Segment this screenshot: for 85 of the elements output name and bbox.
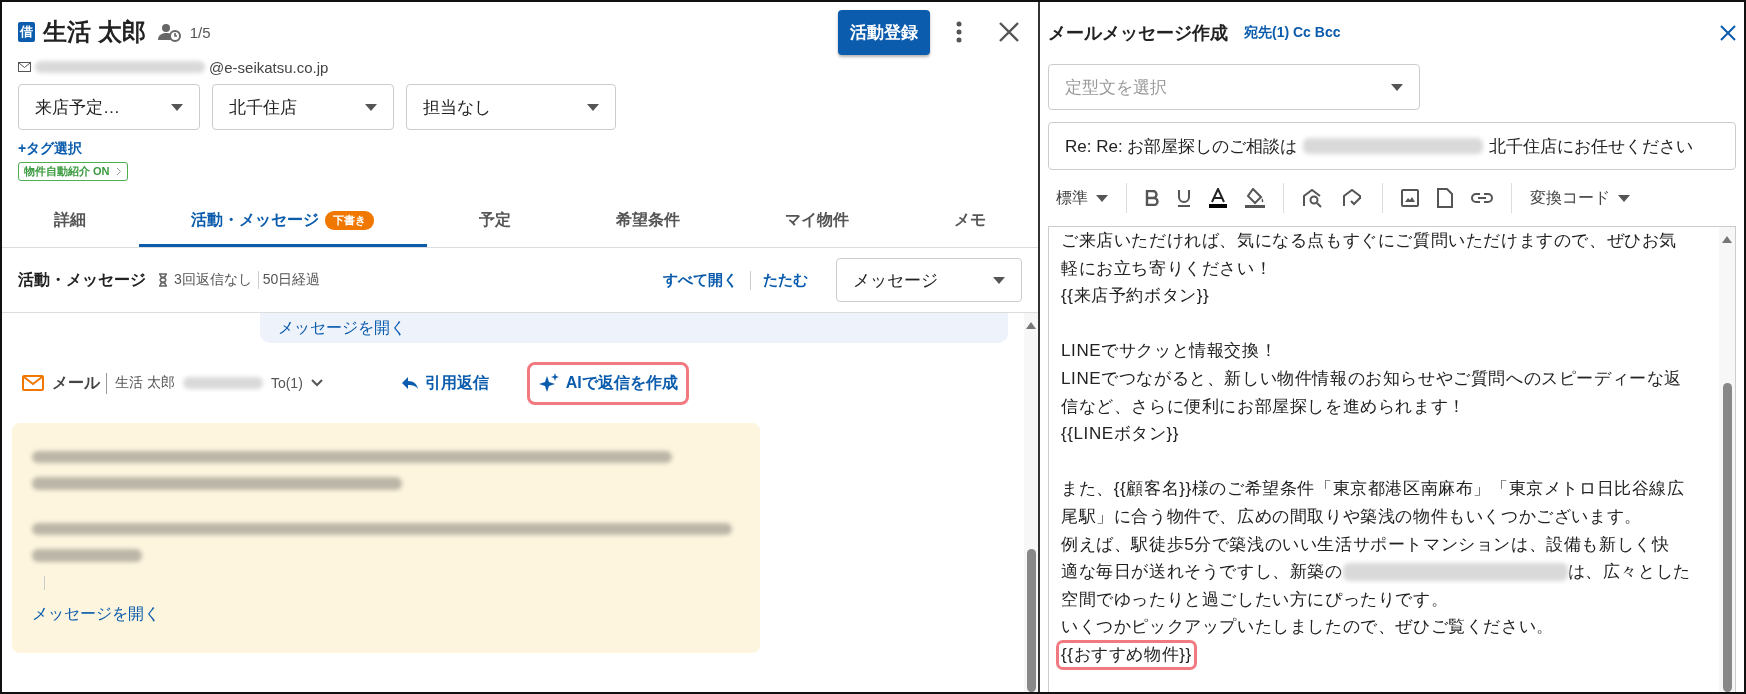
body-text-line: LINEでサクッと情報交換！ — [1061, 340, 1278, 363]
body-text-line: LINEでつながると、新しい物件情報のお知らせやご質問へのスピーディーな返 — [1061, 367, 1682, 390]
underline-icon[interactable] — [1177, 189, 1191, 207]
elapsed-days: 50日経過 — [257, 271, 321, 289]
reply-icon — [400, 376, 419, 390]
email-address: @e-seikatsu.co.jp — [209, 58, 329, 76]
bold-icon[interactable] — [1145, 190, 1159, 206]
recipient-count: To(1) — [270, 375, 303, 391]
caret-icon — [993, 276, 1005, 284]
tag-select-link[interactable]: +タグ選択 — [18, 140, 1020, 158]
body-text-line: 空間でゆったりと過ごしたい方にぴったりです。 — [1061, 588, 1449, 611]
body-text-line: 適な毎日が送れそうですし、新築の — [1061, 561, 1343, 584]
body-text-line: 軽にお立ち寄りください！ — [1061, 257, 1273, 280]
section-title: 活動・メッセージ — [18, 269, 146, 290]
tab-label: マイ物件 — [784, 210, 849, 230]
paragraph-style-select[interactable]: 標準 — [1056, 187, 1108, 209]
tab-label: メモ — [953, 210, 986, 230]
body-text-line: {{LINEボタン}} — [1061, 423, 1180, 446]
more-icon[interactable] — [956, 21, 962, 43]
tab[interactable]: 希望条件 — [563, 197, 733, 247]
message-filter-select[interactable]: メッセージ — [836, 258, 1022, 302]
body-text-line: また、{{顧客名}}様のご希望条件「東京都港区南麻布」「東京メトロ日比谷線広 — [1061, 478, 1685, 501]
register-activity-button[interactable]: 活動登録 — [838, 9, 930, 55]
tab-label: 希望条件 — [615, 210, 680, 230]
scroll-up-icon[interactable] — [1722, 235, 1732, 243]
scrollbar-thumb[interactable] — [1722, 383, 1732, 692]
filter-select[interactable]: 来店予定… — [18, 84, 200, 130]
no-reply-count: 3回返信なし — [174, 271, 252, 289]
envelope-icon — [18, 62, 31, 72]
caret-icon — [587, 103, 599, 111]
compose-title: メールメッセージ作成 — [1048, 22, 1228, 45]
close-icon[interactable] — [998, 21, 1020, 43]
quote-reply-button[interactable]: 引用返信 — [390, 362, 499, 404]
page-count: 1/5 — [189, 23, 211, 41]
mail-icon — [22, 375, 44, 391]
auto-intro-badge[interactable]: 物件自動紹介 ON — [18, 162, 128, 181]
caret-icon — [365, 103, 377, 111]
close-icon[interactable] — [1720, 25, 1736, 41]
caret-icon — [1618, 194, 1630, 202]
image-icon[interactable] — [1401, 189, 1419, 207]
tab[interactable]: 予定 — [426, 197, 564, 247]
file-icon[interactable] — [1437, 188, 1453, 208]
subject-field[interactable]: Re: Re: お部屋探しのご相談は 北千住店にお任せください — [1048, 122, 1736, 170]
house-check-icon[interactable] — [1342, 188, 1364, 208]
link-icon[interactable] — [1471, 192, 1493, 204]
body-text-line: いくつかピックアップいたしましたので、ぜひご覧ください。 — [1061, 616, 1554, 639]
house-search-icon[interactable] — [1302, 188, 1324, 208]
tab[interactable]: 詳細 — [2, 197, 139, 247]
customer-name: 生活 太郎 — [43, 17, 146, 47]
tab-label: 予定 — [479, 210, 512, 230]
caret-icon — [171, 103, 183, 111]
caret-icon — [1096, 194, 1108, 202]
message-type: メール — [52, 372, 107, 394]
body-text-line: {{おすすめ物件}} — [1059, 642, 1194, 667]
hourglass-icon — [158, 273, 168, 287]
convert-code-select[interactable]: 変換コード — [1530, 187, 1630, 209]
expand-all-link[interactable]: すべて開く — [663, 270, 738, 290]
body-text-line: ご来店いただければ、気になる点もすぐにご質問いただけますので、ぜひお気 — [1061, 230, 1677, 252]
tab[interactable]: 活動・メッセージ 下書き — [138, 197, 427, 247]
draft-badge: 下書き — [325, 211, 375, 230]
body-text-line: 尾駅」に合う物件で、広めの間取りや築浅の物件もいくつかございます。 — [1061, 505, 1642, 528]
body-text-line: 信など、さらに便利にお部屋探しを進められます！ — [1061, 395, 1466, 418]
tab[interactable]: メモ — [901, 197, 1038, 247]
recipients-link[interactable]: 宛先(1) Cc Bcc — [1244, 24, 1341, 42]
filter-select[interactable]: 北千住店 — [212, 84, 394, 130]
open-message-link[interactable]: メッセージを開く — [278, 317, 406, 339]
filter-select[interactable]: 担当なし — [406, 84, 616, 130]
text-color-icon[interactable] — [1209, 188, 1227, 208]
scrollbar-thumb[interactable] — [1026, 549, 1036, 692]
body-text-line: は、広々とした — [1567, 561, 1691, 584]
tab[interactable]: マイ物件 — [732, 197, 902, 247]
sender-name: 生活 太郎 — [115, 374, 175, 392]
scroll-up-icon[interactable] — [1026, 321, 1036, 329]
body-text-line: 例えば、駅徒歩5分で築浅のいい生活サポートマンションは、設備も新しく快 — [1061, 533, 1670, 556]
open-message-link[interactable]: メッセージを開く — [32, 604, 160, 626]
tab-label: 詳細 — [54, 210, 87, 230]
tab-label: 活動・メッセージ — [191, 210, 320, 230]
caret-icon — [1391, 83, 1403, 91]
ai-reply-button[interactable]: AIで返信を作成 — [526, 361, 689, 405]
type-badge: 借 — [18, 22, 35, 42]
chevron-down-icon[interactable] — [310, 379, 323, 387]
collapse-link[interactable]: たたむ — [750, 270, 808, 290]
fill-color-icon[interactable] — [1245, 188, 1265, 208]
body-text-line: {{来店予約ボタン}} — [1061, 285, 1210, 308]
person-clock-icon — [157, 22, 182, 42]
